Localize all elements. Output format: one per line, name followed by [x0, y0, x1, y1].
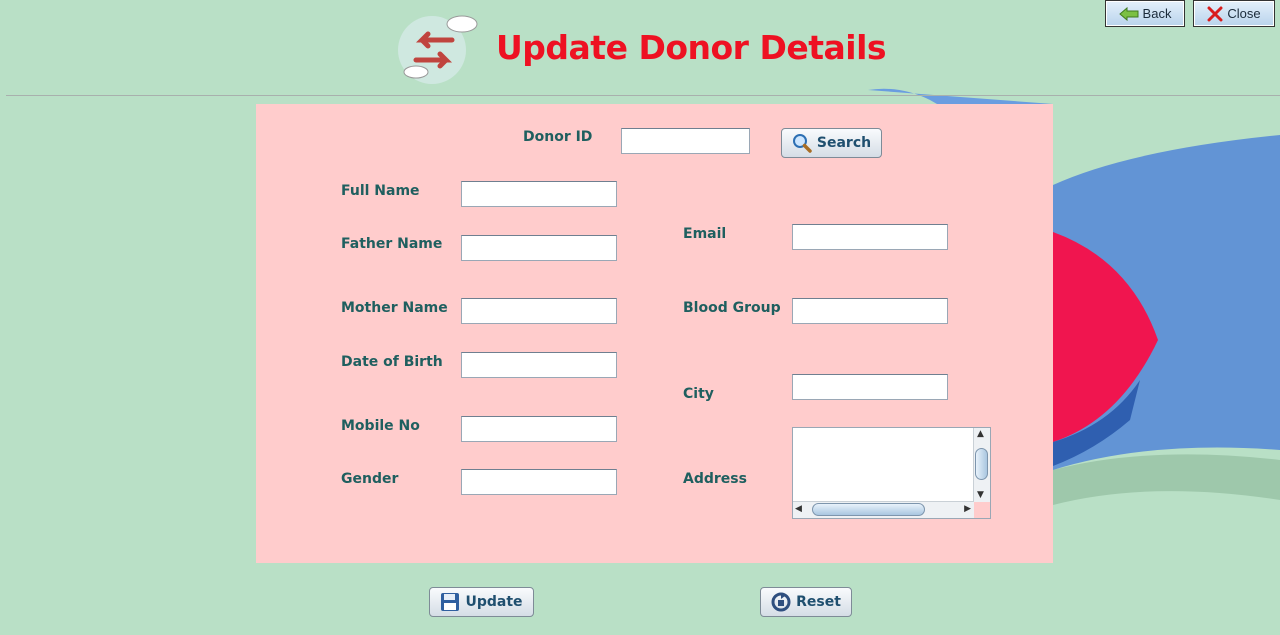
- address-textarea[interactable]: ▲ ▼ ◀ ▶: [792, 427, 991, 519]
- dob-label: Date of Birth: [341, 354, 443, 370]
- header-divider: [6, 95, 1280, 96]
- page-title: Update Donor Details: [496, 28, 887, 67]
- scroll-down-arrow-icon[interactable]: ▼: [977, 491, 984, 500]
- full-name-input[interactable]: [461, 181, 617, 207]
- close-button-label: Close: [1227, 6, 1261, 21]
- address-vertical-scrollbar[interactable]: ▲ ▼: [973, 428, 990, 502]
- city-input[interactable]: [792, 374, 948, 400]
- back-arrow-icon: [1118, 6, 1139, 21]
- blood-group-input[interactable]: [792, 298, 948, 324]
- gender-input[interactable]: [461, 469, 617, 495]
- father-name-label: Father Name: [341, 236, 443, 252]
- donor-id-label: Donor ID: [523, 129, 593, 145]
- search-button[interactable]: Search: [781, 128, 882, 158]
- update-button-label: Update: [465, 594, 523, 610]
- father-name-input[interactable]: [461, 235, 617, 261]
- scroll-left-arrow-icon[interactable]: ◀: [795, 505, 802, 514]
- update-sync-icon: [392, 10, 482, 86]
- reset-button-label: Reset: [796, 594, 841, 610]
- scroll-right-arrow-icon[interactable]: ▶: [964, 505, 971, 514]
- mobile-label: Mobile No: [341, 418, 420, 434]
- mobile-input[interactable]: [461, 416, 617, 442]
- back-button-label: Back: [1142, 6, 1172, 21]
- email-input[interactable]: [792, 224, 948, 250]
- address-horizontal-scrollbar[interactable]: ◀ ▶: [793, 501, 974, 518]
- mother-name-label: Mother Name: [341, 300, 448, 316]
- gender-label: Gender: [341, 471, 399, 487]
- search-button-label: Search: [816, 135, 872, 151]
- vertical-scroll-thumb[interactable]: [975, 448, 988, 480]
- mother-name-input[interactable]: [461, 298, 617, 324]
- scrollbar-corner: [974, 502, 990, 518]
- close-button[interactable]: Close: [1193, 0, 1275, 27]
- blood-group-label: Blood Group: [683, 300, 781, 316]
- full-name-label: Full Name: [341, 183, 420, 199]
- horizontal-scroll-thumb[interactable]: [812, 503, 925, 516]
- reset-button[interactable]: Reset: [760, 587, 852, 617]
- email-label: Email: [683, 226, 727, 242]
- dob-input[interactable]: [461, 352, 617, 378]
- scroll-up-arrow-icon[interactable]: ▲: [977, 430, 984, 439]
- magnifier-icon: [792, 133, 812, 153]
- donor-id-input[interactable]: [621, 128, 750, 154]
- back-button[interactable]: Back: [1105, 0, 1185, 27]
- reset-icon: [771, 592, 791, 612]
- close-x-icon: [1207, 6, 1223, 22]
- address-label: Address: [683, 471, 747, 487]
- city-label: City: [683, 386, 714, 402]
- floppy-disk-icon: [440, 592, 460, 612]
- update-button[interactable]: Update: [429, 587, 534, 617]
